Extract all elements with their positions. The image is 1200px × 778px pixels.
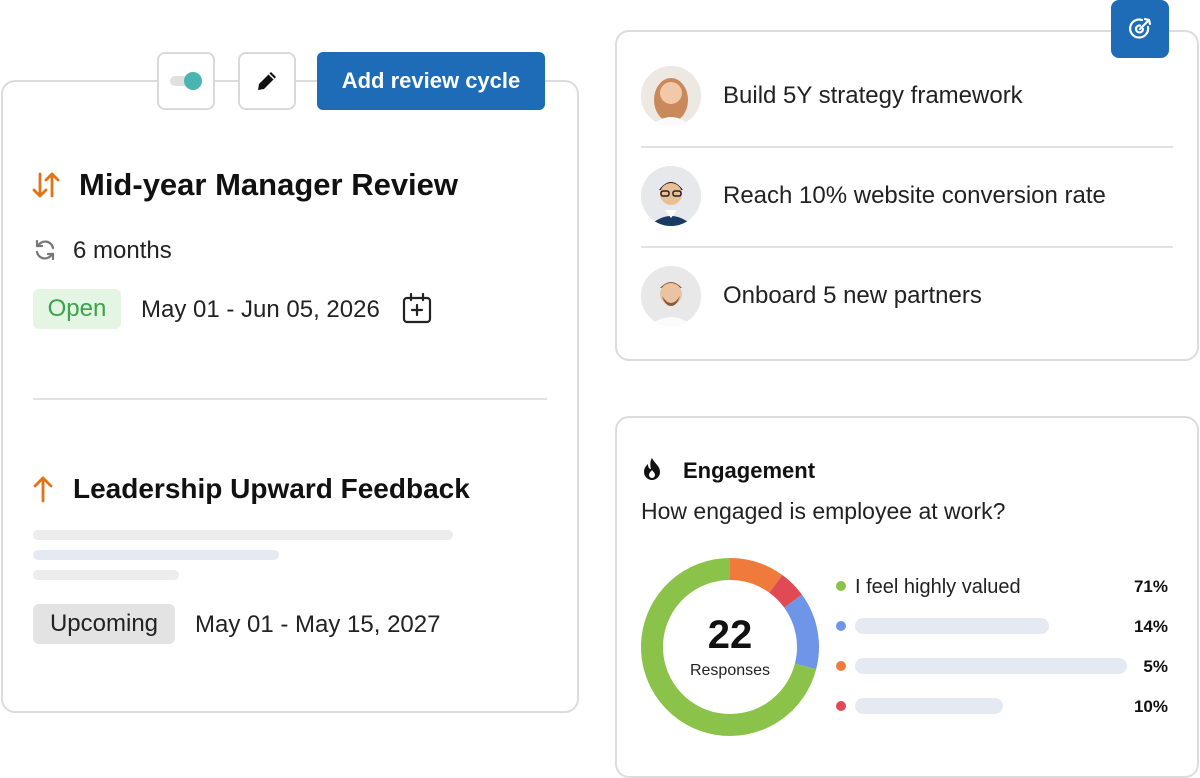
legend-percent: 14% xyxy=(1133,617,1168,636)
legend-dot xyxy=(836,581,846,591)
calendar-add-icon[interactable] xyxy=(401,292,433,326)
status-badge: Open xyxy=(33,289,121,329)
donut-slice xyxy=(729,558,783,594)
responses-label: Responses xyxy=(690,662,770,679)
arrow-up-icon xyxy=(33,476,53,503)
legend-dot xyxy=(836,701,846,711)
placeholder-line xyxy=(33,570,179,580)
goal-label: Reach 10% website conversion rate xyxy=(723,182,1106,209)
refresh-icon xyxy=(35,239,55,261)
goal-label: Onboard 5 new partners xyxy=(723,282,982,309)
legend-dot xyxy=(836,661,846,671)
placeholder-line xyxy=(33,530,453,540)
avatar-man-glasses-icon xyxy=(641,166,701,226)
goal-item[interactable]: Reach 10% website conversion rate xyxy=(641,146,1173,246)
legend-percent: 71% xyxy=(1133,577,1168,596)
legend-placeholder-bar xyxy=(855,658,1127,674)
cycle-dates: May 01 - May 15, 2027 xyxy=(195,611,441,638)
card-divider xyxy=(33,398,547,400)
toggle-on-icon xyxy=(170,72,202,90)
avatar-man-beard-icon xyxy=(641,266,701,326)
goals-target-button[interactable] xyxy=(1111,0,1169,58)
responses-count: 22 xyxy=(708,613,753,657)
cycle-frequency: 6 months xyxy=(73,237,172,264)
avatar-woman-icon xyxy=(641,66,701,126)
donut-slice xyxy=(769,574,803,608)
cycle-title[interactable]: Mid-year Manager Review xyxy=(79,167,458,203)
goal-item[interactable]: Build 5Y strategy framework xyxy=(641,46,1173,146)
cycle-title[interactable]: Leadership Upward Feedback xyxy=(73,473,470,505)
target-icon xyxy=(1129,17,1152,39)
legend-percent: 10% xyxy=(1133,697,1168,716)
engagement-donut-chart: 22 Responses xyxy=(641,558,819,736)
add-review-cycle-button[interactable]: Add review cycle xyxy=(317,52,545,110)
legend-placeholder-bar xyxy=(855,698,1003,714)
donut-slice xyxy=(783,594,819,670)
engagement-question: How engaged is employee at work? xyxy=(641,498,1006,524)
goals-card: Build 5Y strategy framework Reach 10% we… xyxy=(615,30,1199,361)
legend-dot xyxy=(836,621,846,631)
toggle-view-button[interactable] xyxy=(157,52,215,110)
cycle-dates: May 01 - Jun 05, 2026 xyxy=(141,296,380,323)
placeholder-line xyxy=(33,550,279,560)
review-cycles-card: Mid-year Manager Review 6 months Open Ma… xyxy=(1,80,579,713)
legend-percent: 5% xyxy=(1143,657,1168,676)
goal-label: Build 5Y strategy framework xyxy=(723,82,1023,109)
goal-item[interactable]: Onboard 5 new partners xyxy=(641,246,1173,346)
legend-label: I feel highly valued xyxy=(855,576,1021,598)
arrows-up-down-icon xyxy=(32,172,60,198)
edit-button[interactable] xyxy=(238,52,296,110)
status-badge: Upcoming xyxy=(33,604,175,644)
legend-placeholder-bar xyxy=(855,618,1049,634)
pencil-icon xyxy=(258,72,276,90)
engagement-title: Engagement xyxy=(683,458,816,483)
engagement-card: Engagement How engaged is employee at wo… xyxy=(615,416,1199,778)
flame-icon xyxy=(644,458,660,480)
